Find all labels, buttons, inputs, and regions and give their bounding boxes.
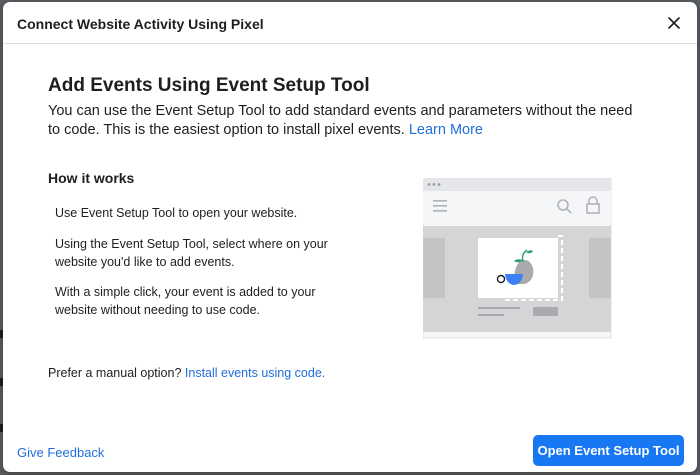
step-text: Using the Event Setup Tool, select where… (55, 237, 328, 269)
setup-tool-illustration (422, 177, 613, 345)
intro-text: You can use the Event Setup Tool to add … (48, 103, 633, 138)
close-icon (668, 17, 680, 29)
learn-more-link[interactable]: Learn More (409, 122, 483, 138)
manual-prefix: Prefer a manual option? (48, 366, 185, 380)
step-text: With a simple click, your event is added… (55, 285, 316, 317)
open-event-setup-tool-button[interactable]: Open Event Setup Tool (533, 435, 684, 466)
give-feedback-link[interactable]: Give Feedback (17, 445, 104, 460)
install-with-code-link[interactable]: Install events using code. (185, 366, 325, 380)
how-it-works-heading: How it works (48, 170, 135, 186)
manual-option-text: Prefer a manual option? Install events u… (48, 366, 325, 380)
intro-paragraph: You can use the Event Setup Tool to add … (48, 102, 648, 140)
section-title: Add Events Using Event Setup Tool (48, 75, 370, 96)
dialog-header: Connect Website Activity Using Pixel (3, 2, 697, 44)
dialog-title: Connect Website Activity Using Pixel (17, 16, 264, 32)
close-button[interactable] (665, 14, 683, 32)
step-text: Use Event Setup Tool to open your websit… (55, 206, 298, 220)
connect-pixel-dialog: Connect Website Activity Using Pixel Add… (3, 2, 697, 472)
